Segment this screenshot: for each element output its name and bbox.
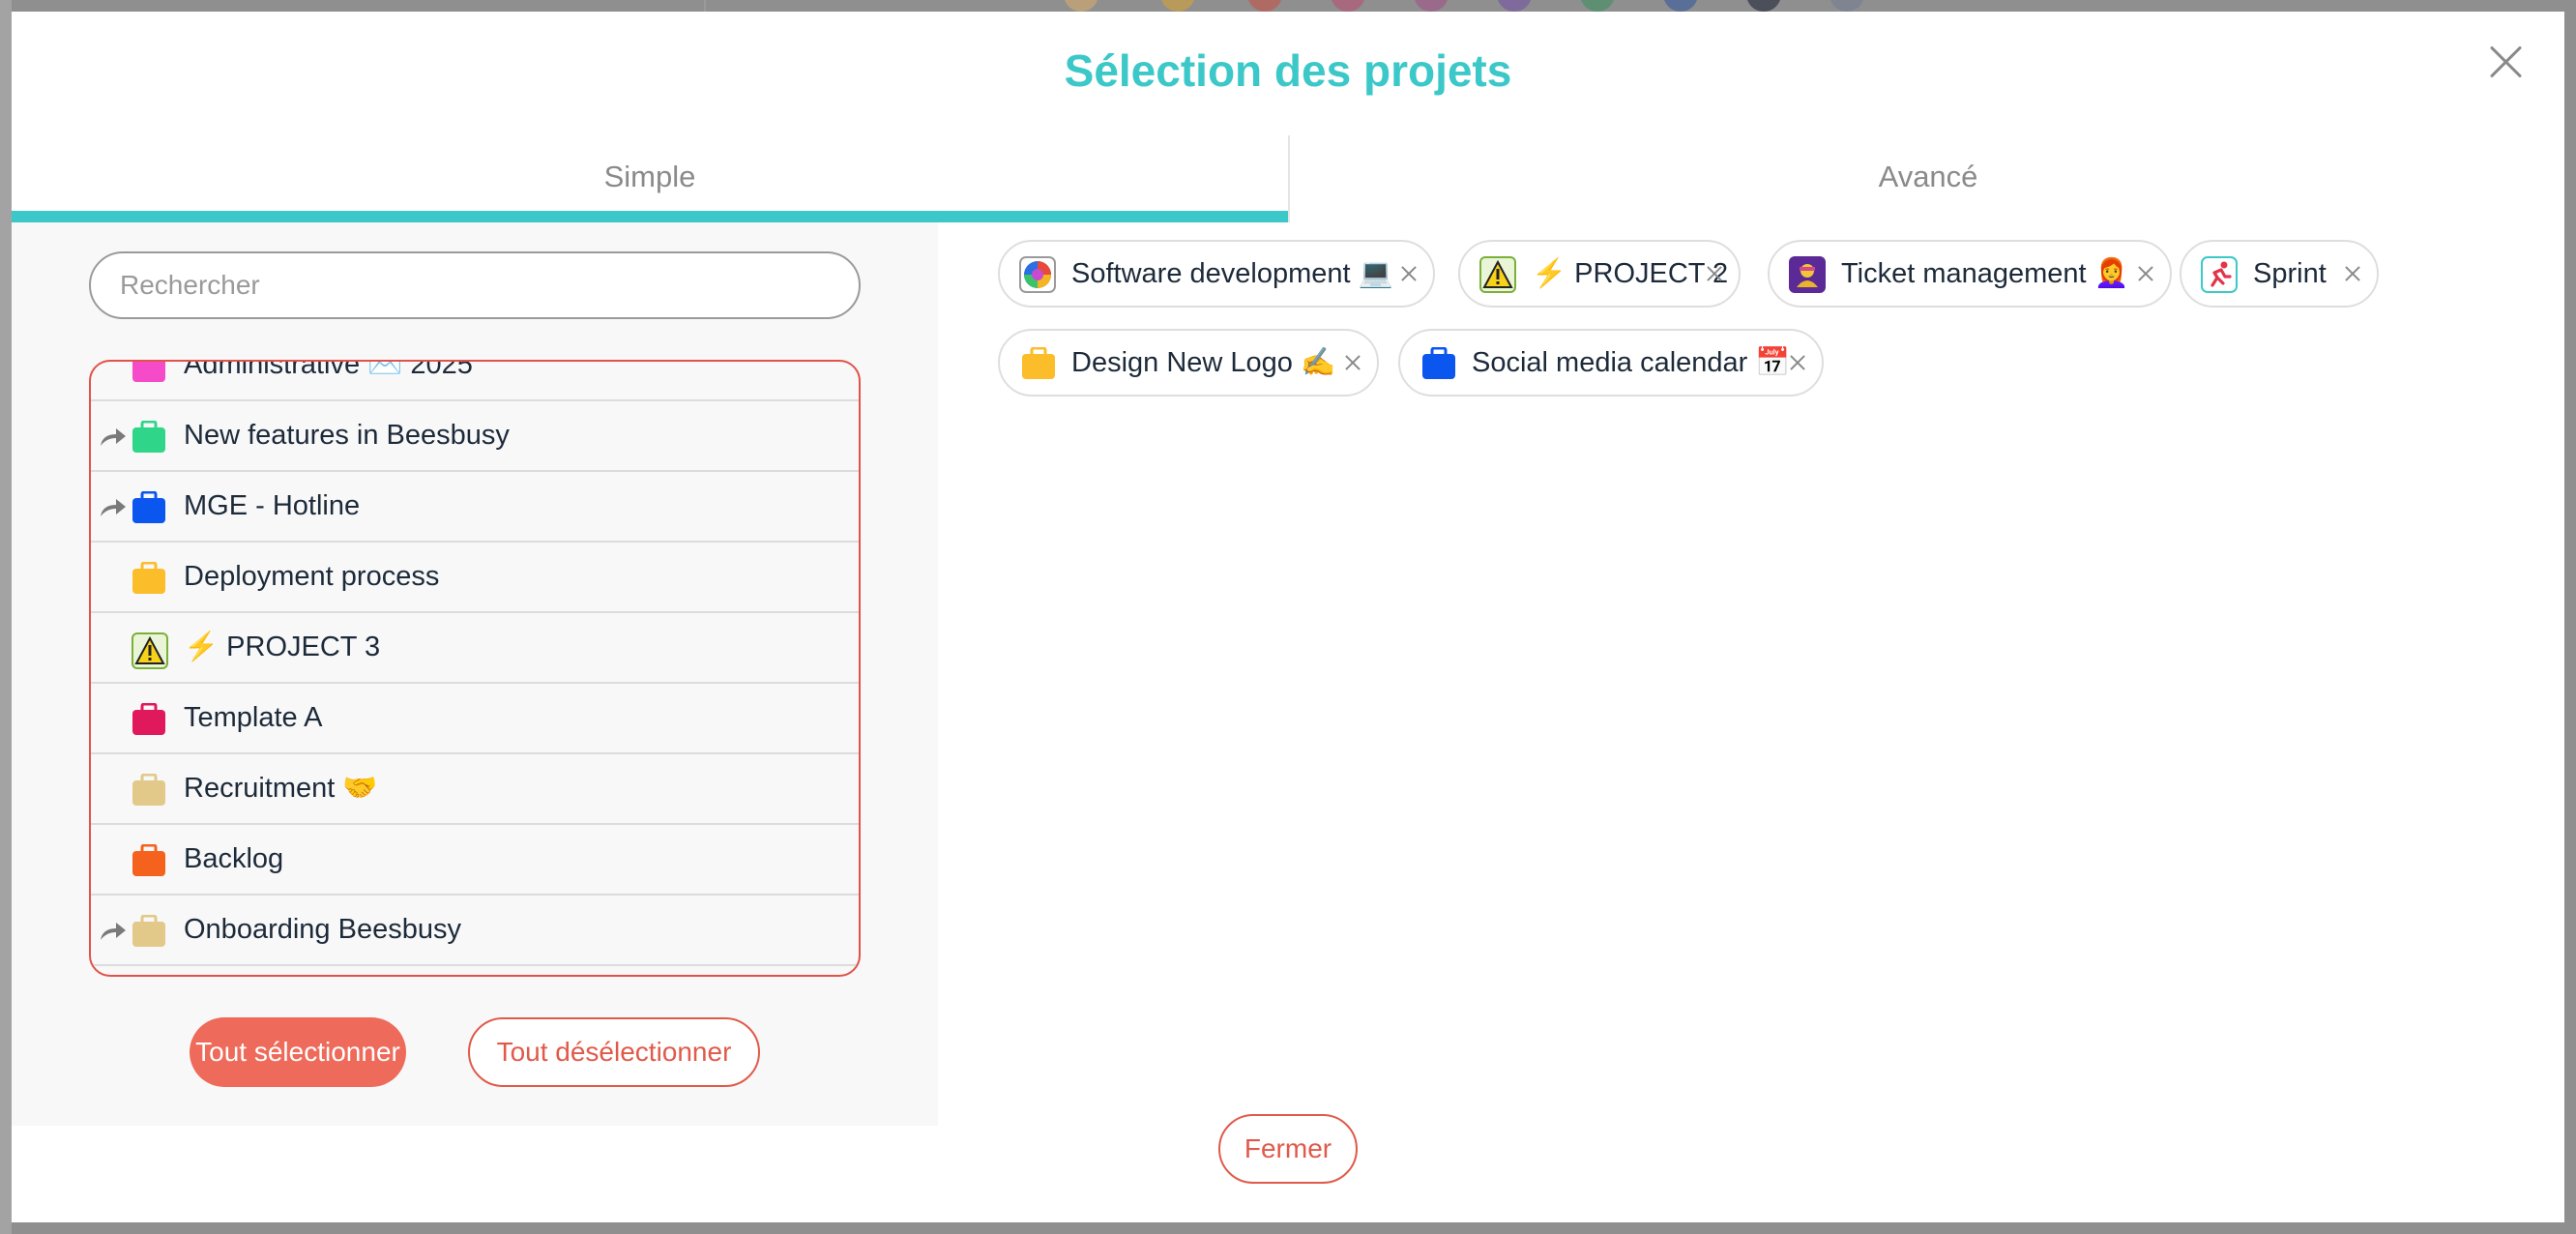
briefcase-icon xyxy=(1021,346,1058,384)
briefcase-icon xyxy=(132,490,166,524)
list-item[interactable]: Recruitment 🤝 xyxy=(91,754,859,825)
remove-chip-icon[interactable] xyxy=(1342,352,1363,373)
select-all-button[interactable]: Tout sélectionner xyxy=(190,1017,406,1087)
briefcase-icon xyxy=(132,420,166,454)
background-avatar xyxy=(1331,0,1365,12)
background-avatar xyxy=(1160,0,1195,12)
selected-project-chip: Sprint xyxy=(2180,240,2379,308)
remove-chip-icon[interactable] xyxy=(1704,263,1725,284)
list-item[interactable]: ⚡ PROJECT 3 xyxy=(91,613,859,684)
runner-icon xyxy=(2201,256,2238,293)
modal-title: Sélection des projets xyxy=(1064,45,1512,96)
briefcase-icon xyxy=(132,773,166,807)
share-arrow-icon xyxy=(99,425,128,448)
list-item-label: Backlog xyxy=(184,843,284,874)
chip-label: Ticket management 👩‍🦰 xyxy=(1841,258,2129,289)
background-divider xyxy=(704,0,706,12)
list-item-label: Deployment process xyxy=(184,561,440,592)
close-button[interactable]: Fermer xyxy=(1218,1114,1358,1184)
remove-chip-icon[interactable] xyxy=(2342,263,2363,284)
chip-label: Software development 💻 xyxy=(1071,258,1393,289)
project-selection-modal: Sélection des projets Simple Avancé Admi… xyxy=(12,12,2564,1222)
deselect-all-button[interactable]: Tout désélectionner xyxy=(468,1017,760,1087)
project-list[interactable]: Administrative ✉️ 2025 New features in Be… xyxy=(89,360,861,977)
warning-icon xyxy=(1479,256,1516,293)
list-item-label: Onboarding Beesbusy xyxy=(184,914,461,945)
background-edge-left xyxy=(0,0,12,1234)
background-avatar xyxy=(1414,0,1449,12)
briefcase-icon xyxy=(1421,346,1458,384)
background-avatar xyxy=(1663,0,1698,12)
selected-project-chip: Software development 💻 xyxy=(998,240,1435,308)
briefcase-icon xyxy=(132,843,166,877)
purple-avatar-icon xyxy=(1789,256,1826,293)
list-item[interactable]: MGE - Hotline xyxy=(91,472,859,543)
list-item[interactable]: Deployment process xyxy=(91,543,859,613)
briefcase-icon xyxy=(132,561,166,595)
background-avatar xyxy=(1497,0,1532,12)
list-item[interactable]: Administrative ✉️ 2025 xyxy=(91,360,859,401)
briefcase-icon xyxy=(132,914,166,948)
tab-advanced[interactable]: Avancé xyxy=(1288,135,2566,222)
background-avatar xyxy=(1580,0,1615,12)
background-avatar xyxy=(1830,0,1864,12)
briefcase-icon xyxy=(132,702,166,736)
list-item[interactable]: Backlog xyxy=(91,825,859,896)
remove-chip-icon[interactable] xyxy=(1398,263,1420,284)
colorful-avatar-icon xyxy=(1019,256,1056,293)
chip-label: Sprint xyxy=(2253,258,2327,289)
background-avatar xyxy=(1064,0,1098,12)
briefcase-icon xyxy=(132,362,166,383)
chip-label: ⚡ PROJECT 2 xyxy=(1532,258,1729,289)
selected-project-chip: ⚡ PROJECT 2 xyxy=(1458,240,1741,308)
background-avatar xyxy=(1746,0,1781,12)
list-item[interactable]: Onboarding Beesbusy xyxy=(91,896,859,966)
chip-label: Design New Logo ✍️ xyxy=(1071,347,1336,378)
remove-chip-icon[interactable] xyxy=(2135,263,2156,284)
list-item-label: MGE - Hotline xyxy=(184,490,361,521)
chip-label: Social media calendar 📅 xyxy=(1472,347,1791,378)
project-picker-panel: Administrative ✉️ 2025 New features in Be… xyxy=(12,222,938,1126)
selected-project-chip: Design New Logo ✍️ xyxy=(998,329,1379,397)
search-input[interactable] xyxy=(89,251,861,319)
selected-project-chip: Ticket management 👩‍🦰 xyxy=(1768,240,2172,308)
remove-chip-icon[interactable] xyxy=(1787,352,1808,373)
tab-bar: Simple Avancé xyxy=(12,135,2564,222)
list-item[interactable]: Template A xyxy=(91,684,859,754)
tab-simple[interactable]: Simple xyxy=(12,135,1288,222)
share-arrow-icon xyxy=(99,495,128,518)
selected-project-chip: Social media calendar 📅 xyxy=(1398,329,1824,397)
list-item-label: Recruitment 🤝 xyxy=(184,773,378,804)
list-item-label: ⚡ PROJECT 3 xyxy=(184,632,381,662)
list-item-label: New features in Beesbusy xyxy=(184,420,510,451)
background-avatar xyxy=(1247,0,1282,12)
list-item-label: Administrative ✉️ 2025 xyxy=(184,360,473,380)
list-item-label: Template A xyxy=(184,702,323,733)
share-arrow-icon xyxy=(99,919,128,942)
list-item[interactable]: New features in Beesbusy xyxy=(91,401,859,472)
warning-icon xyxy=(132,632,168,669)
